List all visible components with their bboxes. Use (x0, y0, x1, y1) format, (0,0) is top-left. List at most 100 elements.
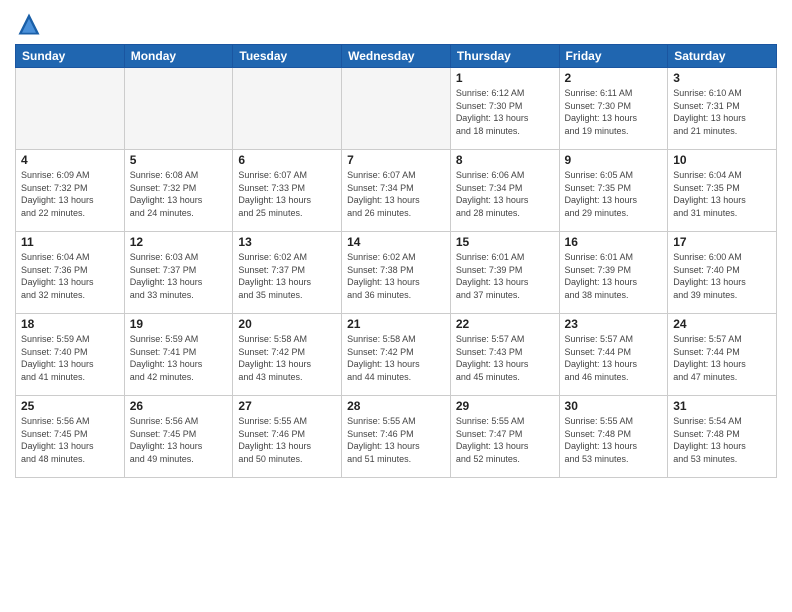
weekday-header-row: SundayMondayTuesdayWednesdayThursdayFrid… (16, 45, 777, 68)
day-info: Sunrise: 6:11 AM Sunset: 7:30 PM Dayligh… (565, 87, 663, 137)
day-number: 7 (347, 153, 445, 167)
calendar-cell: 15Sunrise: 6:01 AM Sunset: 7:39 PM Dayli… (450, 232, 559, 314)
calendar-cell: 4 Sunrise: 6:09 AM Sunset: 7:32 PM Daylig… (16, 150, 125, 232)
header (15, 10, 777, 38)
week-row-1: 4 Sunrise: 6:09 AM Sunset: 7:32 PM Daylig… (16, 150, 777, 232)
calendar-cell: 29 Sunrise: 5:55 AM Sunset: 7:47 PM Dayli… (450, 396, 559, 478)
day-info: Sunrise: 6:05 AM Sunset: 7:35 PM Dayligh… (565, 169, 663, 219)
day-number: 25 (21, 399, 119, 413)
day-info: Sunrise: 6:02 AM Sunset: 7:38 PM Dayligh… (347, 251, 445, 301)
calendar-cell (233, 68, 342, 150)
weekday-header-monday: Monday (124, 45, 233, 68)
calendar-cell: 17Sunrise: 6:00 AM Sunset: 7:40 PM Dayli… (668, 232, 777, 314)
calendar-cell: 28 Sunrise: 5:55 AM Sunset: 7:46 PM Dayli… (342, 396, 451, 478)
day-info: Sunrise: 6:06 AM Sunset: 7:34 PM Dayligh… (456, 169, 554, 219)
day-info: Sunrise: 5:55 AM Sunset: 7:46 PM Dayligh… (347, 415, 445, 465)
calendar-cell: 31 Sunrise: 5:54 AM Sunset: 7:48 PM Dayli… (668, 396, 777, 478)
day-number: 11 (21, 235, 119, 249)
day-info: Sunrise: 6:04 AM Sunset: 7:35 PM Dayligh… (673, 169, 771, 219)
day-info: Sunrise: 6:02 AM Sunset: 7:37 PM Dayligh… (238, 251, 336, 301)
day-number: 17 (673, 235, 771, 249)
calendar-cell: 3 Sunrise: 6:10 AM Sunset: 7:31 PM Daylig… (668, 68, 777, 150)
calendar-cell: 6 Sunrise: 6:07 AM Sunset: 7:33 PM Daylig… (233, 150, 342, 232)
day-info: Sunrise: 6:08 AM Sunset: 7:32 PM Dayligh… (130, 169, 228, 219)
day-info: Sunrise: 5:58 AM Sunset: 7:42 PM Dayligh… (347, 333, 445, 383)
calendar-cell: 19 Sunrise: 5:59 AM Sunset: 7:41 PM Dayli… (124, 314, 233, 396)
day-number: 26 (130, 399, 228, 413)
day-info: Sunrise: 6:01 AM Sunset: 7:39 PM Dayligh… (456, 251, 554, 301)
day-number: 31 (673, 399, 771, 413)
calendar-cell: 11 Sunrise: 6:04 AM Sunset: 7:36 PM Dayli… (16, 232, 125, 314)
calendar-cell: 30 Sunrise: 5:55 AM Sunset: 7:48 PM Dayli… (559, 396, 668, 478)
day-number: 28 (347, 399, 445, 413)
day-info: Sunrise: 5:58 AM Sunset: 7:42 PM Dayligh… (238, 333, 336, 383)
calendar-cell: 18 Sunrise: 5:59 AM Sunset: 7:40 PM Dayli… (16, 314, 125, 396)
weekday-header-tuesday: Tuesday (233, 45, 342, 68)
day-info: Sunrise: 5:55 AM Sunset: 7:47 PM Dayligh… (456, 415, 554, 465)
day-info: Sunrise: 6:09 AM Sunset: 7:32 PM Dayligh… (21, 169, 119, 219)
week-row-2: 11 Sunrise: 6:04 AM Sunset: 7:36 PM Dayli… (16, 232, 777, 314)
calendar-cell: 2 Sunrise: 6:11 AM Sunset: 7:30 PM Daylig… (559, 68, 668, 150)
day-number: 13 (238, 235, 336, 249)
day-number: 10 (673, 153, 771, 167)
day-info: Sunrise: 5:59 AM Sunset: 7:40 PM Dayligh… (21, 333, 119, 383)
calendar-cell (16, 68, 125, 150)
page: SundayMondayTuesdayWednesdayThursdayFrid… (0, 0, 792, 612)
calendar-cell (342, 68, 451, 150)
calendar-cell: 14 Sunrise: 6:02 AM Sunset: 7:38 PM Dayli… (342, 232, 451, 314)
calendar-cell (124, 68, 233, 150)
day-info: Sunrise: 5:54 AM Sunset: 7:48 PM Dayligh… (673, 415, 771, 465)
calendar-cell: 23 Sunrise: 5:57 AM Sunset: 7:44 PM Dayli… (559, 314, 668, 396)
day-info: Sunrise: 5:55 AM Sunset: 7:48 PM Dayligh… (565, 415, 663, 465)
day-info: Sunrise: 6:01 AM Sunset: 7:39 PM Dayligh… (565, 251, 663, 301)
day-number: 4 (21, 153, 119, 167)
day-info: Sunrise: 6:10 AM Sunset: 7:31 PM Dayligh… (673, 87, 771, 137)
calendar-cell: 12Sunrise: 6:03 AM Sunset: 7:37 PM Dayli… (124, 232, 233, 314)
calendar-cell: 24 Sunrise: 5:57 AM Sunset: 7:44 PM Dayli… (668, 314, 777, 396)
logo (15, 10, 47, 38)
calendar-cell: 22 Sunrise: 5:57 AM Sunset: 7:43 PM Dayli… (450, 314, 559, 396)
week-row-0: 1Sunrise: 6:12 AM Sunset: 7:30 PM Daylig… (16, 68, 777, 150)
day-info: Sunrise: 5:56 AM Sunset: 7:45 PM Dayligh… (21, 415, 119, 465)
weekday-header-friday: Friday (559, 45, 668, 68)
day-number: 21 (347, 317, 445, 331)
weekday-header-thursday: Thursday (450, 45, 559, 68)
calendar-cell: 7 Sunrise: 6:07 AM Sunset: 7:34 PM Daylig… (342, 150, 451, 232)
calendar-cell: 21 Sunrise: 5:58 AM Sunset: 7:42 PM Dayli… (342, 314, 451, 396)
day-info: Sunrise: 5:57 AM Sunset: 7:44 PM Dayligh… (565, 333, 663, 383)
calendar: SundayMondayTuesdayWednesdayThursdayFrid… (15, 44, 777, 478)
day-info: Sunrise: 6:07 AM Sunset: 7:34 PM Dayligh… (347, 169, 445, 219)
calendar-cell: 25 Sunrise: 5:56 AM Sunset: 7:45 PM Dayli… (16, 396, 125, 478)
week-row-4: 25 Sunrise: 5:56 AM Sunset: 7:45 PM Dayli… (16, 396, 777, 478)
day-number: 20 (238, 317, 336, 331)
day-info: Sunrise: 6:04 AM Sunset: 7:36 PM Dayligh… (21, 251, 119, 301)
day-number: 29 (456, 399, 554, 413)
day-number: 16 (565, 235, 663, 249)
day-number: 5 (130, 153, 228, 167)
day-number: 27 (238, 399, 336, 413)
day-number: 23 (565, 317, 663, 331)
day-info: Sunrise: 6:07 AM Sunset: 7:33 PM Dayligh… (238, 169, 336, 219)
day-number: 9 (565, 153, 663, 167)
day-number: 2 (565, 71, 663, 85)
day-number: 18 (21, 317, 119, 331)
calendar-cell: 16 Sunrise: 6:01 AM Sunset: 7:39 PM Dayli… (559, 232, 668, 314)
day-number: 14 (347, 235, 445, 249)
day-number: 19 (130, 317, 228, 331)
weekday-header-sunday: Sunday (16, 45, 125, 68)
calendar-cell: 1Sunrise: 6:12 AM Sunset: 7:30 PM Daylig… (450, 68, 559, 150)
day-info: Sunrise: 5:57 AM Sunset: 7:44 PM Dayligh… (673, 333, 771, 383)
day-info: Sunrise: 5:59 AM Sunset: 7:41 PM Dayligh… (130, 333, 228, 383)
day-info: Sunrise: 5:57 AM Sunset: 7:43 PM Dayligh… (456, 333, 554, 383)
day-info: Sunrise: 5:56 AM Sunset: 7:45 PM Dayligh… (130, 415, 228, 465)
calendar-cell: 26 Sunrise: 5:56 AM Sunset: 7:45 PM Dayli… (124, 396, 233, 478)
day-number: 24 (673, 317, 771, 331)
day-info: Sunrise: 6:12 AM Sunset: 7:30 PM Dayligh… (456, 87, 554, 137)
day-number: 12 (130, 235, 228, 249)
day-number: 3 (673, 71, 771, 85)
calendar-cell: 20 Sunrise: 5:58 AM Sunset: 7:42 PM Dayli… (233, 314, 342, 396)
day-number: 6 (238, 153, 336, 167)
day-number: 22 (456, 317, 554, 331)
calendar-cell: 9 Sunrise: 6:05 AM Sunset: 7:35 PM Daylig… (559, 150, 668, 232)
day-number: 30 (565, 399, 663, 413)
